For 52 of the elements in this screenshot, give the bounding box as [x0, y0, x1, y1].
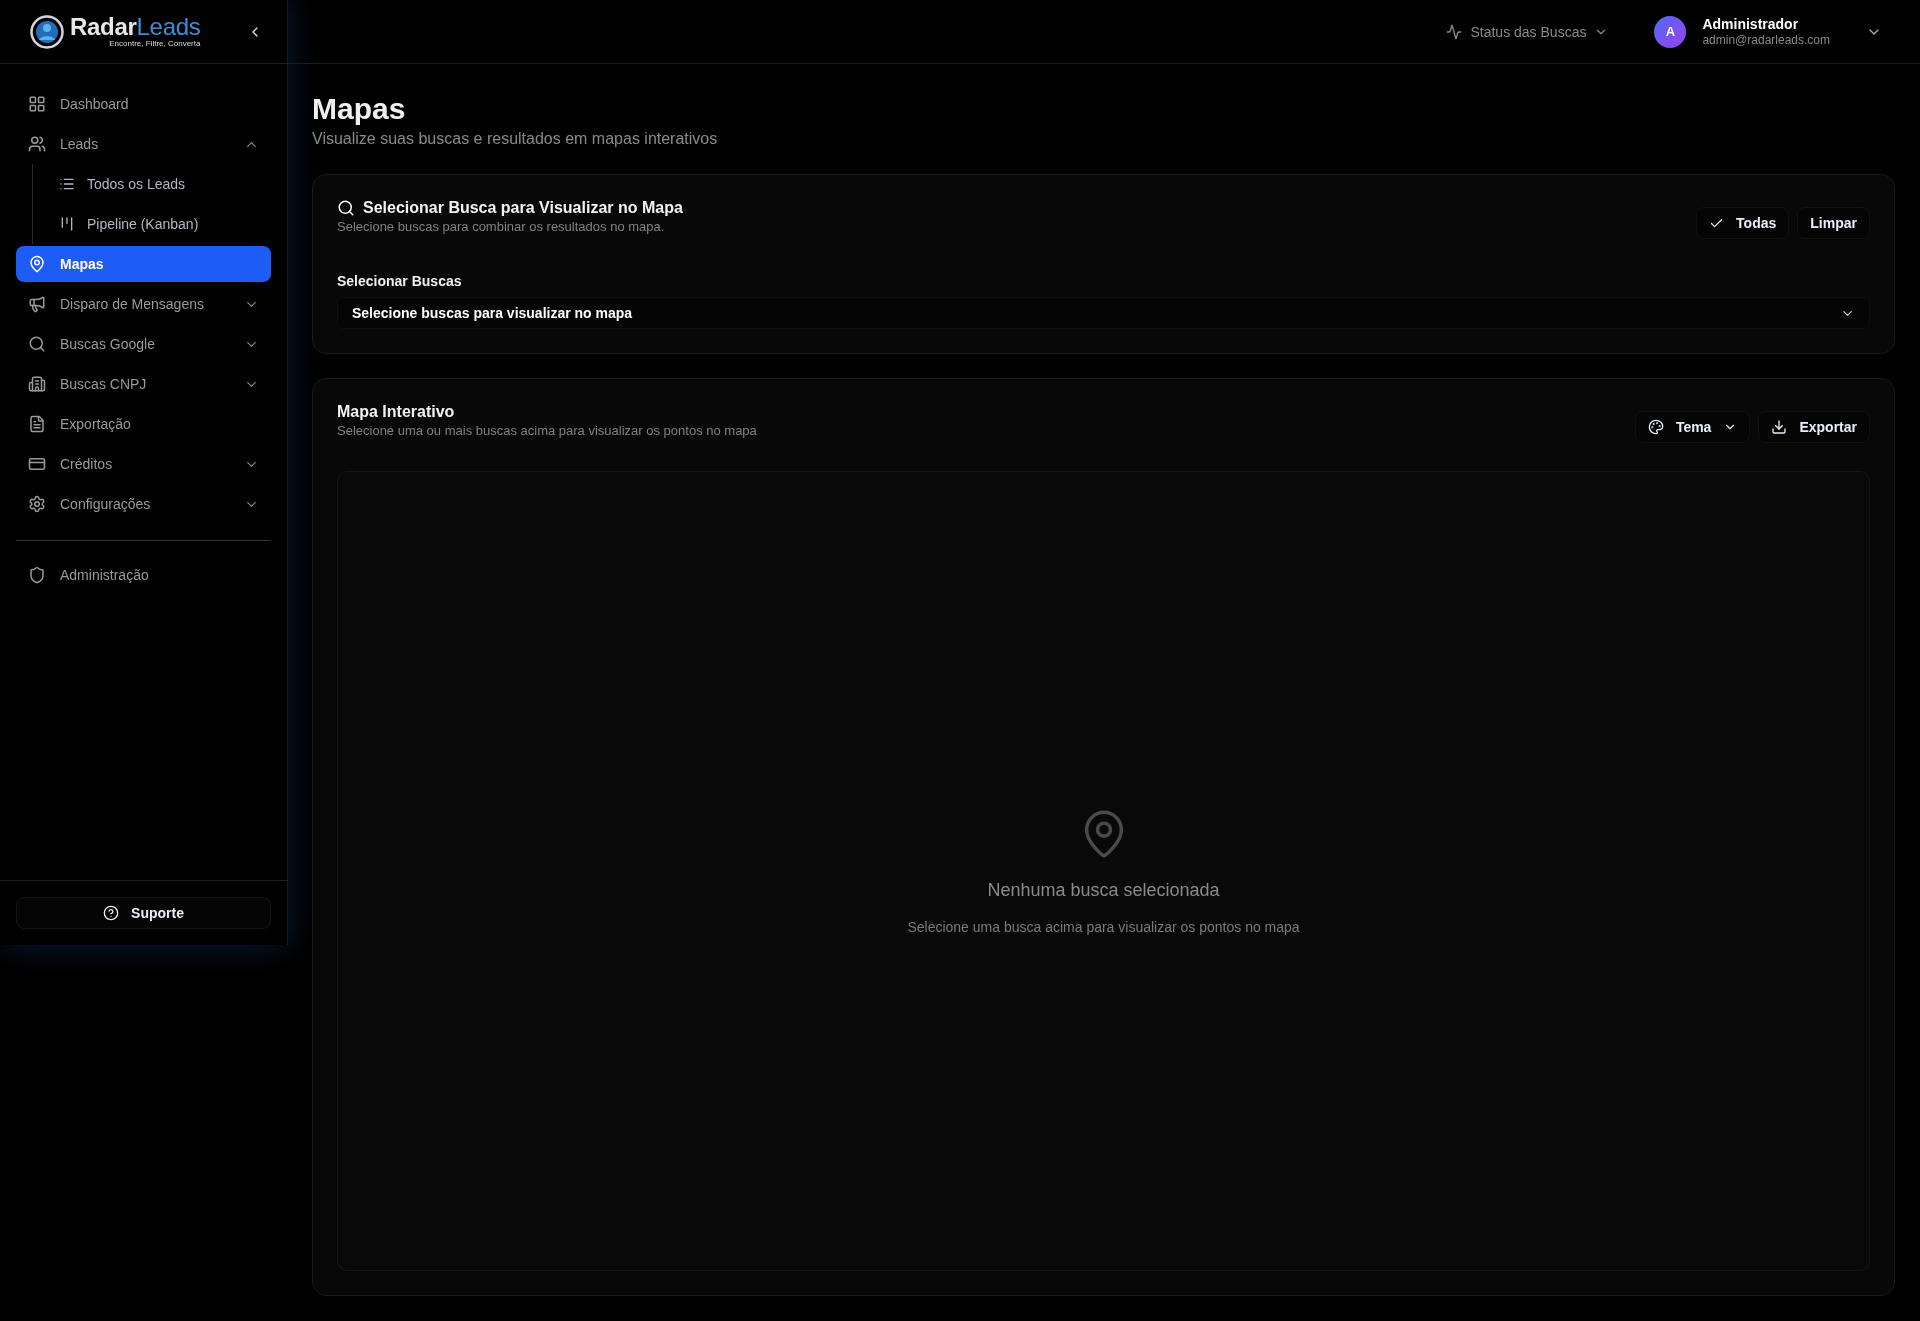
sidebar-item[interactable]: Buscas CNPJ	[16, 366, 271, 402]
help-icon	[103, 905, 120, 921]
field-label: Selecionar Buscas	[337, 273, 463, 289]
user-name: Administrador	[1702, 15, 1799, 33]
sidebar-item[interactable]: Administração	[16, 557, 271, 593]
user-email: admin@radarleads.com	[1702, 32, 1830, 48]
status-menu-button[interactable]: Status das Buscas	[1440, 22, 1615, 41]
sidebar-item[interactable]: Mapas	[16, 246, 271, 282]
brand-name: RadarLeads	[70, 15, 201, 39]
sidebar-item[interactable]: Disparo de Mensagens	[16, 286, 271, 322]
empty-title: Nenhuma busca selecionada	[987, 879, 1220, 901]
grid-icon	[28, 95, 46, 113]
credit-card-icon	[28, 455, 46, 473]
export-button[interactable]: Exportar	[1758, 411, 1870, 443]
search-select[interactable]: Selecione buscas para visualizar no mapa	[337, 297, 1870, 329]
user-menu-button[interactable]: A Administrador admin@radarleads.com	[1654, 15, 1882, 48]
theme-button[interactable]: Tema	[1634, 411, 1751, 443]
clear-button[interactable]: Limpar	[1797, 207, 1870, 239]
palette-icon	[1647, 419, 1664, 435]
sidebar-subitem[interactable]: Pipeline (Kanban)	[47, 206, 271, 242]
sidebar-item[interactable]: Buscas Google	[16, 326, 271, 362]
empty-text: Selecione uma busca acima para visualizar os pontos no mapa	[907, 918, 1300, 935]
sidebar-item[interactable]: Dashboard	[16, 86, 271, 122]
sidebar-item[interactable]: Créditos	[16, 446, 271, 482]
user-avatar: A	[1654, 15, 1687, 48]
document-icon	[28, 415, 46, 433]
support-button[interactable]: Suporte	[16, 897, 271, 929]
sidebar-subitem[interactable]: Todos os Leads	[47, 166, 271, 202]
map-pin-icon	[28, 255, 46, 273]
page-title: Mapas	[312, 92, 407, 126]
sidebar-item[interactable]: Exportação	[16, 406, 271, 442]
card-description: Selecione uma ou mais buscas acima para visualizar os pontos no mapa	[337, 423, 757, 438]
sidebar-item[interactable]: Configurações	[16, 486, 271, 522]
page-subtitle: Visualize suas buscas e resultados em mapas interativos	[312, 130, 719, 148]
building-icon	[28, 375, 46, 393]
search-icon	[337, 199, 355, 217]
megaphone-icon	[28, 295, 46, 313]
users-icon	[28, 135, 46, 153]
download-icon	[1771, 419, 1788, 435]
card-description: Selecione buscas para combinar os resultados no mapa.	[337, 219, 666, 234]
card-title: Selecionar Busca para Visualizar no Mapa	[363, 199, 683, 217]
select-all-button[interactable]: Todas	[1696, 207, 1790, 239]
sidebar-item[interactable]: Leads	[16, 126, 271, 162]
activity-icon	[1446, 23, 1463, 40]
settings-icon	[28, 495, 46, 513]
shield-icon	[28, 566, 46, 584]
search-icon	[28, 335, 46, 353]
kanban-icon	[59, 216, 75, 232]
brand-tagline: Encontre, Filtre, Converta	[109, 40, 201, 48]
list-icon	[59, 176, 75, 192]
card-title: Mapa Interativo	[337, 403, 456, 421]
radar-logo-icon	[30, 14, 64, 49]
